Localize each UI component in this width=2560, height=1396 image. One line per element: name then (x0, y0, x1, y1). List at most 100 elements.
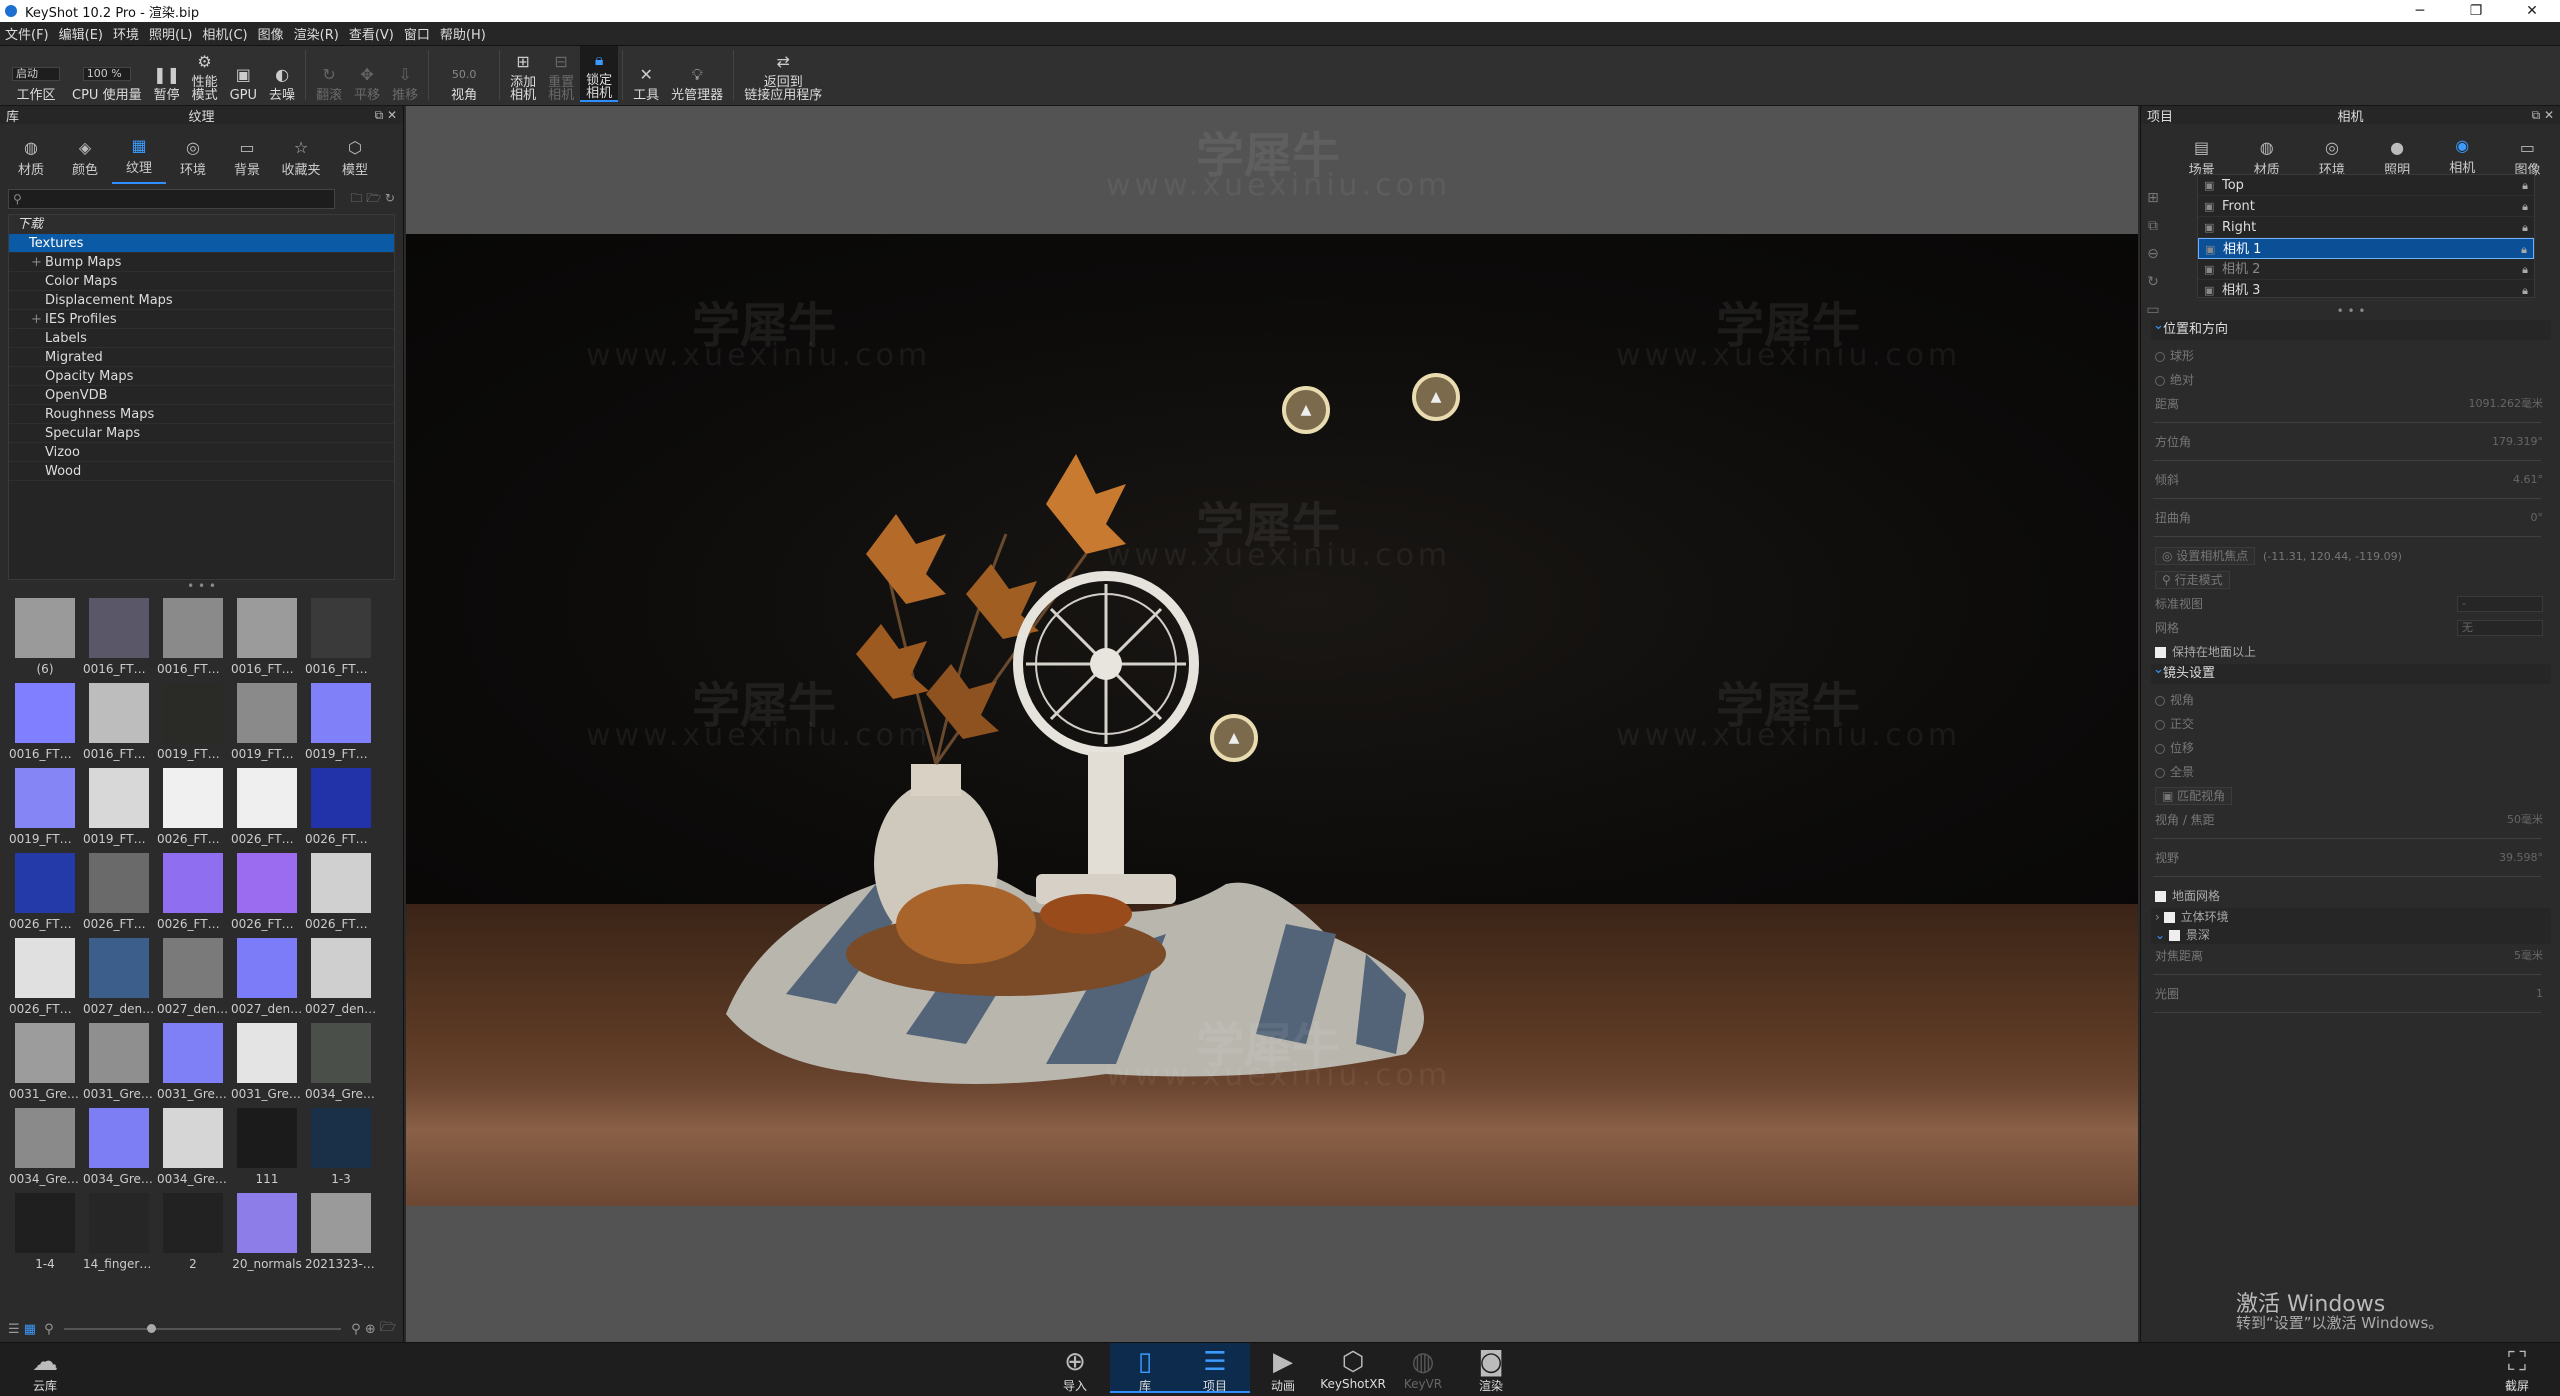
cloud-library-button[interactable]: ☁ 云库 (10, 1347, 80, 1394)
maximize-button[interactable]: ❐ (2448, 0, 2504, 22)
keyshotxr-button[interactable]: ⬡ KeyShotXR (1318, 1347, 1388, 1391)
texture-thumbnail[interactable]: 0031_Grey... (8, 1019, 82, 1104)
lens-panoramic-radio[interactable]: 全景 (2151, 760, 2551, 784)
workspace-select[interactable]: 启动 (12, 67, 60, 81)
cpu-usage-button[interactable]: 100 % CPU 使用量 (66, 46, 148, 102)
tree-item[interactable]: Roughness Maps (9, 405, 394, 424)
camera-refresh-icon[interactable]: ↻ (2147, 274, 2159, 290)
twist-value[interactable]: 0° (2531, 506, 2544, 530)
twist-slider[interactable]: 扭曲角 0° (2151, 506, 2551, 544)
menu-window[interactable]: 窗口 (399, 24, 435, 43)
azimuth-slider[interactable]: 方位角 179.319° (2151, 430, 2551, 468)
texture-thumbnail[interactable]: 0016_FTW_... (156, 594, 230, 679)
focus-distance-value[interactable]: 5毫米 (2514, 944, 2543, 968)
render-viewport[interactable]: ▲ ▲ ▲ 学犀牛 www.xuexiniu.com 学犀牛 www.xuexi… (406, 106, 2138, 1342)
fov-value[interactable]: 39.598° (2499, 846, 2543, 870)
camera-item[interactable]: ▣ 相机 3 🔒︎ (2198, 280, 2534, 301)
expand-icon[interactable]: + (31, 310, 42, 329)
project-button[interactable]: ☰ 项目 (1180, 1343, 1250, 1393)
match-perspective-button[interactable]: ▣ 匹配视角 (2155, 787, 2233, 805)
tree-item[interactable]: Opacity Maps (9, 367, 394, 386)
texture-thumbnail[interactable]: 2021323-1... (304, 1189, 378, 1274)
search-input[interactable]: ⚲ (8, 189, 335, 209)
section-position[interactable]: 位置和方向 (2151, 316, 2551, 340)
tab-colors[interactable]: ◈ 颜色 (58, 138, 112, 184)
lock-icon[interactable]: 🔒︎ (2522, 217, 2528, 238)
tools-button[interactable]: ✕ 工具 (627, 46, 665, 102)
ground-grid-checkbox[interactable]: 地面网格 (2151, 884, 2551, 908)
texture-thumbnail[interactable]: 0027_deni... (156, 934, 230, 1019)
absolute-radio[interactable]: 绝对 (2151, 368, 2551, 392)
texture-thumbnail[interactable]: 0019_FTW_... (304, 679, 378, 764)
menu-image[interactable]: 图像 (253, 24, 289, 43)
tab-textures[interactable]: ▦ 纹理 (112, 136, 166, 184)
zoom-out-icon[interactable]: ⚲ (44, 1322, 54, 1337)
texture-thumbnail[interactable]: 0026_FTW_... (8, 934, 82, 1019)
texture-thumbnail[interactable]: 0016_FTW_... (304, 594, 378, 679)
texture-thumbnail[interactable]: 14_fingerp... (82, 1189, 156, 1274)
library-button[interactable]: ▯ 库 (1110, 1343, 1180, 1393)
texture-thumbnail[interactable]: 0019_FTW_... (8, 764, 82, 849)
tab-environments[interactable]: ◎ 环境 (166, 138, 220, 184)
tab-materials[interactable]: ◍ 材质 (4, 138, 58, 184)
lens-shift-radio[interactable]: 位移 (2151, 736, 2551, 760)
camera-delete-icon[interactable]: ⊖ (2147, 246, 2159, 262)
texture-thumbnail[interactable]: 1-3 (304, 1104, 378, 1189)
texture-thumbnail[interactable]: 0019_FTW_... (156, 679, 230, 764)
folder-icon[interactable]: 🗁︎ (380, 1318, 396, 1340)
animation-button[interactable]: ▶ 动画 (1248, 1347, 1318, 1394)
orbit-radio[interactable]: 球形 (2151, 344, 2551, 368)
menu-environment[interactable]: 环境 (108, 24, 144, 43)
focus-distance-slider[interactable]: 对焦距离 5毫米 (2151, 944, 2551, 982)
texture-thumbnail[interactable]: 0026_FTW_... (304, 849, 378, 934)
walk-mode-button[interactable]: ⚲ 行走模式 (2155, 571, 2230, 589)
fov-value[interactable]: 50.0 (439, 65, 489, 83)
menu-help[interactable]: 帮助(H) (435, 24, 491, 43)
keep-ground-checkbox[interactable]: 保持在地面以上 (2151, 640, 2551, 664)
reset-camera-button[interactable]: ⊟ 重置 相机 (542, 46, 580, 102)
tree-item[interactable]: Labels (9, 329, 394, 348)
tree-item[interactable]: Color Maps (9, 272, 394, 291)
dof-checkbox[interactable]: ⌄ 景深 (2151, 926, 2551, 944)
menu-file[interactable]: 文件(F) (0, 24, 54, 43)
hotspot-pin[interactable]: ▲ (1282, 386, 1330, 434)
texture-thumbnail[interactable]: 0034_Grey... (82, 1104, 156, 1189)
pan-button[interactable]: ✥ 平移 (348, 46, 386, 102)
distance-value[interactable]: 1091.262毫米 (2469, 392, 2544, 416)
gpu-button[interactable]: ▣ GPU (224, 46, 263, 102)
incline-slider[interactable]: 倾斜 4.61° (2151, 468, 2551, 506)
tab-favorites[interactable]: ☆ 收藏夹 (274, 138, 328, 184)
texture-thumbnail[interactable]: 0026_FTW_... (156, 764, 230, 849)
expand-icon[interactable]: + (31, 253, 42, 272)
texture-thumbnail[interactable]: 0027_deni... (304, 934, 378, 1019)
focal-length-value[interactable]: 50毫米 (2507, 808, 2543, 832)
texture-thumbnail[interactable]: 0031_Grey... (230, 1019, 304, 1104)
lens-orthographic-radio[interactable]: 正交 (2151, 712, 2551, 736)
texture-thumbnail[interactable]: 0019_FTW_... (230, 679, 304, 764)
aperture-slider[interactable]: 光圈 1 (2151, 982, 2551, 1020)
tree-item[interactable]: Wood (9, 462, 394, 481)
field-of-view-slider[interactable]: 视野 39.598° (2151, 846, 2551, 884)
menu-view[interactable]: 查看(V) (344, 24, 399, 43)
camera-add-icon[interactable]: ⊞ (2147, 190, 2159, 206)
distance-slider[interactable]: 距离 1091.262毫米 (2151, 392, 2551, 430)
azimuth-value[interactable]: 179.319° (2492, 430, 2543, 454)
set-focus-button[interactable]: ◎ 设置相机焦点 (2155, 547, 2256, 565)
lock-icon[interactable]: 🔒︎ (2521, 239, 2527, 260)
lock-icon[interactable]: 🔒︎ (2522, 259, 2528, 280)
hotspot-pin[interactable]: ▲ (1210, 714, 1258, 762)
pause-button[interactable]: ❚❚ 暂停 (148, 46, 186, 102)
texture-thumbnail[interactable]: 0019_FTW_... (82, 764, 156, 849)
lens-perspective-radio[interactable]: 视角 (2151, 688, 2551, 712)
texture-thumbnail[interactable]: 0026_FTW_... (230, 764, 304, 849)
texture-thumbnail[interactable]: 0026_FTW_... (304, 764, 378, 849)
tree-item[interactable]: Specular Maps (9, 424, 394, 443)
camera-item[interactable]: ▣ 相机 2 🔒︎ (2198, 259, 2534, 280)
tree-item[interactable]: OpenVDB (9, 386, 394, 405)
texture-thumbnail[interactable]: 0031_Grey... (82, 1019, 156, 1104)
texture-thumbnail[interactable]: 0026_FTW_... (156, 849, 230, 934)
lock-icon[interactable]: 🔒︎ (2522, 280, 2528, 301)
tree-item[interactable]: Migrated (9, 348, 394, 367)
texture-thumbnail[interactable]: 20_normals (230, 1189, 304, 1274)
hotspot-pin[interactable]: ▲ (1412, 373, 1460, 421)
